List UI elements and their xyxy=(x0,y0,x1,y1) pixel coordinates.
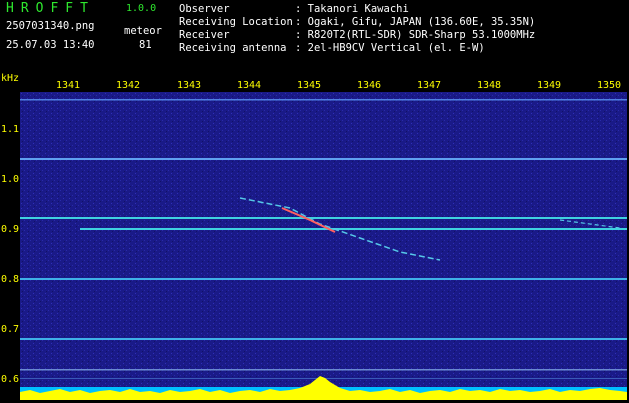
carrier-line xyxy=(20,369,627,371)
info-key: Receiving antenna xyxy=(179,42,287,54)
carrier-line xyxy=(20,99,627,101)
carrier-line xyxy=(80,228,627,230)
info-key: Receiver xyxy=(179,29,230,41)
spectrogram xyxy=(20,92,627,400)
x-tick-label: 1343 xyxy=(177,80,202,91)
info-row-observer: Observer : Takanori Kawachi xyxy=(179,3,409,15)
info-key: Receiving Location xyxy=(179,16,293,28)
info-value: : Takanori Kawachi xyxy=(295,3,409,15)
x-tick-label: 1342 xyxy=(116,80,141,91)
y-tick-label: 1.0 xyxy=(1,174,20,185)
y-axis-unit: kHz xyxy=(1,73,20,84)
info-row-receiver: Receiver : R820T2(RTL-SDR) SDR-Sharp 53.1… xyxy=(179,29,535,41)
info-value: : R820T2(RTL-SDR) SDR-Sharp 53.1000MHz xyxy=(295,29,536,41)
spectrogram-canvas xyxy=(20,92,627,400)
x-tick-label: 1349 xyxy=(537,80,562,91)
info-header: HROFFT 1.0.0 2507031340.png 25.07.03 13:… xyxy=(0,0,629,72)
x-tick-label: 1348 xyxy=(477,80,502,91)
carrier-line xyxy=(20,217,627,219)
info-key: Observer xyxy=(179,3,230,15)
x-tick-label: 1346 xyxy=(357,80,382,91)
app-version: 1.0.0 xyxy=(126,3,157,14)
carrier-line xyxy=(20,278,627,280)
info-row-antenna: Receiving antenna : 2el-HB9CV Vertical (e… xyxy=(179,42,485,54)
carrier-line xyxy=(20,338,627,340)
x-tick-label: 1350 xyxy=(597,80,622,91)
info-row-location: Receiving Location: Ogaki, Gifu, JAPAN (… xyxy=(179,16,535,28)
y-tick-label: 0.8 xyxy=(1,274,20,285)
x-tick-label: 1344 xyxy=(237,80,262,91)
y-tick-label: 0.6 xyxy=(1,374,20,385)
noise-background xyxy=(20,92,627,400)
x-tick-label: 1345 xyxy=(297,80,322,91)
x-tick-label: 1341 xyxy=(56,80,81,91)
detection-mode: meteor xyxy=(124,25,162,37)
info-value: : Ogaki, Gifu, JAPAN (136.60E, 35.35N) xyxy=(295,16,536,28)
carrier-line xyxy=(20,158,627,160)
app-logo: HROFFT xyxy=(6,1,95,16)
x-tick-label: 1347 xyxy=(417,80,442,91)
image-filename: 2507031340.png xyxy=(6,20,95,32)
y-tick-label: 0.7 xyxy=(1,324,20,335)
y-tick-label: 1.1 xyxy=(1,124,20,135)
info-value: : 2el-HB9CV Vertical (el. E-W) xyxy=(295,42,485,54)
y-tick-label: 0.9 xyxy=(1,224,20,235)
capture-datetime: 25.07.03 13:40 xyxy=(6,39,95,51)
meteor-count: 81 xyxy=(139,39,152,51)
